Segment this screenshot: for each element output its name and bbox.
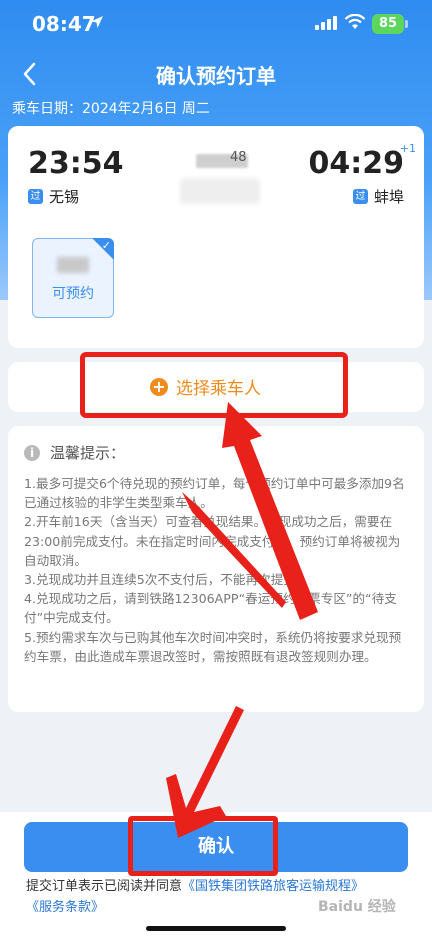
arrival-time: 04:29 <box>308 146 405 181</box>
battery-indicator: 85 <box>372 14 404 34</box>
tip-item: 1.最多可提交6个待兑现的预约订单，每个预约订单中可最多添加9名已通过核验的非学… <box>24 476 405 511</box>
wifi-icon <box>344 14 366 29</box>
tip-item: 3.兑现成功并且连续5次不支付后，不能再次提交。 <box>24 572 309 588</box>
highlight-box <box>128 816 278 876</box>
home-indicator <box>146 926 286 931</box>
tips-header: i 温馨提示： <box>24 442 125 463</box>
tip-item: 2.开车前16天（含当天）可查看兑现结果。兑现成功之后，需要在23:00前完成支… <box>24 514 401 568</box>
seat-type-blurred <box>57 257 89 273</box>
battery-tip <box>405 20 408 28</box>
seat-option[interactable]: ✓ 可预约 <box>32 238 114 318</box>
status-bar: 08:47 85 <box>0 0 432 48</box>
pass-through-tag: 过 <box>28 189 43 204</box>
terms-link[interactable]: 《服务条款》 <box>26 900 104 915</box>
highlight-box <box>80 352 348 418</box>
page-title: 确认预约订单 <box>156 64 276 88</box>
arrival-station-name: 蚌埠 <box>373 188 404 206</box>
tips-card: i 温馨提示： 1.最多可提交6个待兑现的预约订单，每个预约订单中可最多添加9名… <box>8 426 424 712</box>
check-icon: ✓ <box>101 239 111 252</box>
train-info-card: 23:54 48 04:29 +1 过 无锡 过 蚌埠 ✓ 可预约 <box>8 126 424 348</box>
duration-blurred <box>180 178 260 204</box>
departure-station: 过 无锡 <box>28 186 79 207</box>
watermark: Baidu 经验 <box>318 899 396 915</box>
agreement-prefix: 提交订单表示已阅读并同意 <box>26 879 183 894</box>
departure-time: 23:54 <box>28 146 124 181</box>
seat-status: 可预约 <box>52 286 94 302</box>
day-offset: +1 <box>399 142 416 155</box>
travel-date: 乘车日期：2024年2月6日 周二 <box>12 101 210 117</box>
tips-body: 1.最多可提交6个待兑现的预约订单，每个预约订单中可最多添加9名已通过核验的非学… <box>24 474 412 666</box>
info-icon: i <box>24 444 40 461</box>
location-arrow-icon <box>91 16 103 28</box>
pass-through-tag: 过 <box>352 189 368 204</box>
cellular-signal-icon <box>315 16 337 30</box>
train-number: 48 <box>230 150 247 165</box>
tip-item: 5.预约需求车次与已购其他车次时间冲突时，系统仍将按要求兑现预约车票，由此造成车… <box>24 629 402 664</box>
arrival-station: 过 蚌埠 <box>352 186 404 207</box>
regulations-link[interactable]: 《国铁集团铁路旅客运输规程》 <box>182 879 364 894</box>
status-time: 08:47 <box>32 12 96 36</box>
departure-station-name: 无锡 <box>49 188 80 206</box>
tip-item: 4.兑现成功之后，请到铁路12306APP“春运预约订票专区”的“待支付”中完成… <box>24 591 397 626</box>
tips-title: 温馨提示： <box>50 444 126 462</box>
navigation-bar: 确认预约订单 <box>0 52 432 96</box>
